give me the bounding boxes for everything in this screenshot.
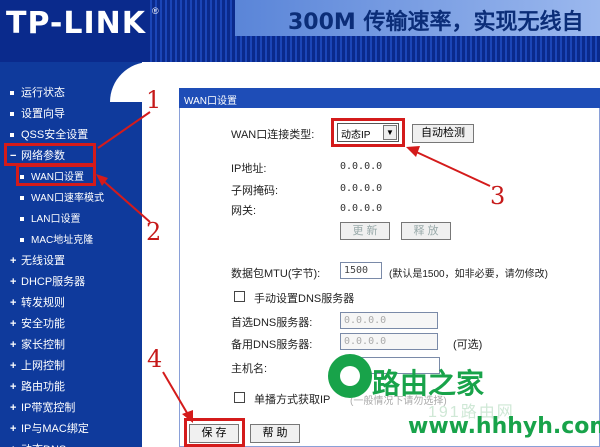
sidebar-item[interactable]: + IP与MAC绑定 bbox=[10, 420, 89, 436]
primary-dns-label: 首选DNS服务器: bbox=[231, 317, 313, 329]
plus-icon: + bbox=[10, 360, 17, 372]
sidebar-item-label: 路由功能 bbox=[21, 381, 65, 393]
manual-dns-checkbox[interactable] bbox=[234, 291, 245, 302]
gateway-value: 0.0.0.0 bbox=[340, 203, 383, 214]
renew-button[interactable]: 更 新 bbox=[340, 222, 390, 240]
release-button[interactable]: 释 放 bbox=[401, 222, 451, 240]
sidebar-item[interactable]: QSS安全设置 bbox=[10, 126, 88, 142]
plus-icon: + bbox=[10, 423, 17, 435]
conn-type-label: WAN口连接类型: bbox=[231, 129, 315, 141]
watermark-brand: 路由之家 bbox=[372, 367, 485, 400]
plus-icon: + bbox=[10, 255, 17, 267]
tp-link-logo: TP-LINK bbox=[6, 6, 147, 41]
sidebar-item[interactable]: + IP带宽控制 bbox=[10, 399, 75, 415]
watermark-logo bbox=[328, 354, 372, 398]
annotation-box-conn-type bbox=[331, 118, 405, 147]
unicast-checkbox[interactable] bbox=[234, 392, 245, 403]
bullet-icon bbox=[10, 91, 14, 96]
annotation-number-2: 2 bbox=[146, 218, 162, 246]
sidebar-item[interactable]: + 安全功能 bbox=[10, 315, 65, 331]
sidebar-item-label: IP带宽控制 bbox=[21, 402, 76, 414]
annotation-box-network bbox=[4, 143, 96, 166]
sidebar-item-label: DHCP服务器 bbox=[21, 276, 86, 288]
bullet-icon bbox=[10, 112, 14, 117]
secondary-dns-input[interactable]: 0.0.0.0 bbox=[340, 333, 438, 350]
unicast-label: 单播方式获取IP bbox=[254, 394, 331, 406]
header-slogan: 300M 传输速率，实现无线自 bbox=[288, 10, 584, 35]
plus-icon: + bbox=[10, 381, 17, 393]
sidebar-item[interactable]: + 上网控制 bbox=[10, 357, 65, 373]
sidebar-item-label: WAN口速率模式 bbox=[31, 193, 104, 204]
auto-detect-button[interactable]: 自动检测 bbox=[412, 124, 474, 143]
header-banner: TP-LINK ® 300M 传输速率，实现无线自 bbox=[0, 0, 600, 62]
sidebar-item-label: 设置向导 bbox=[21, 108, 65, 120]
plus-icon: + bbox=[10, 297, 17, 309]
annotation-box-save bbox=[184, 418, 245, 447]
sidebar-item[interactable]: 设置向导 bbox=[10, 105, 65, 121]
hostname-label: 主机名: bbox=[231, 363, 268, 375]
bullet-icon bbox=[20, 238, 24, 243]
annotation-number-3: 3 bbox=[490, 182, 506, 210]
registered-mark: ® bbox=[152, 6, 159, 16]
mask-label: 子网掩码: bbox=[231, 185, 279, 197]
sidebar-item-label: 家长控制 bbox=[21, 339, 65, 351]
sidebar-item-label: 安全功能 bbox=[21, 318, 65, 330]
plus-icon: + bbox=[10, 276, 17, 288]
sidebar-item[interactable]: WAN口速率模式 bbox=[20, 189, 104, 204]
sidebar-item-label: 转发规则 bbox=[21, 297, 65, 309]
sidebar-item[interactable]: + 家长控制 bbox=[10, 336, 65, 352]
plus-icon: + bbox=[10, 402, 17, 414]
sidebar-item[interactable]: + 转发规则 bbox=[10, 294, 65, 310]
sidebar-item[interactable]: + DHCP服务器 bbox=[10, 273, 85, 289]
gateway-label: 网关: bbox=[231, 205, 257, 217]
optional-label: (可选) bbox=[453, 339, 483, 351]
sidebar-item[interactable]: + 无线设置 bbox=[10, 252, 65, 268]
plus-icon: + bbox=[10, 339, 17, 351]
help-button[interactable]: 帮 助 bbox=[250, 424, 300, 443]
sidebar-item-label: IP与MAC绑定 bbox=[21, 423, 89, 435]
bullet-icon bbox=[10, 133, 14, 138]
mtu-label: 数据包MTU(字节): bbox=[231, 268, 321, 280]
annotation-number-4: 4 bbox=[147, 345, 163, 373]
sidebar-item[interactable]: +动态DNS bbox=[10, 441, 66, 447]
manual-dns-label: 手动设置DNS服务器 bbox=[254, 293, 355, 305]
secondary-dns-label: 备用DNS服务器: bbox=[231, 339, 313, 351]
sidebar-item-label: 上网控制 bbox=[21, 360, 65, 372]
mtu-hint: (默认是1500，如非必要，请勿修改) bbox=[389, 269, 548, 280]
plus-icon: + bbox=[10, 318, 17, 330]
bullet-icon bbox=[20, 217, 24, 222]
panel-title: WAN口设置 bbox=[179, 88, 600, 108]
watermark-url: www.hhhyh.com bbox=[408, 414, 600, 439]
bullet-icon bbox=[20, 196, 24, 201]
primary-dns-input[interactable]: 0.0.0.0 bbox=[340, 312, 438, 329]
annotation-number-1: 1 bbox=[146, 86, 162, 114]
mask-value: 0.0.0.0 bbox=[340, 183, 383, 194]
sidebar-item-label: 运行状态 bbox=[21, 87, 65, 99]
sidebar-item-label: MAC地址克隆 bbox=[31, 235, 94, 246]
sidebar-item-label: QSS安全设置 bbox=[21, 129, 89, 141]
mtu-input[interactable]: 1500 bbox=[340, 262, 382, 279]
sidebar-item[interactable]: LAN口设置 bbox=[20, 210, 80, 225]
sidebar-item-label: LAN口设置 bbox=[31, 214, 81, 225]
sidebar-item[interactable]: MAC地址克隆 bbox=[20, 231, 93, 246]
annotation-box-wan bbox=[16, 164, 96, 186]
sidebar-item-label: 无线设置 bbox=[21, 255, 65, 267]
ip-label: IP地址: bbox=[231, 163, 267, 175]
sidebar-item[interactable]: 运行状态 bbox=[10, 84, 65, 100]
sidebar-item[interactable]: + 路由功能 bbox=[10, 378, 65, 394]
ip-value: 0.0.0.0 bbox=[340, 161, 383, 172]
